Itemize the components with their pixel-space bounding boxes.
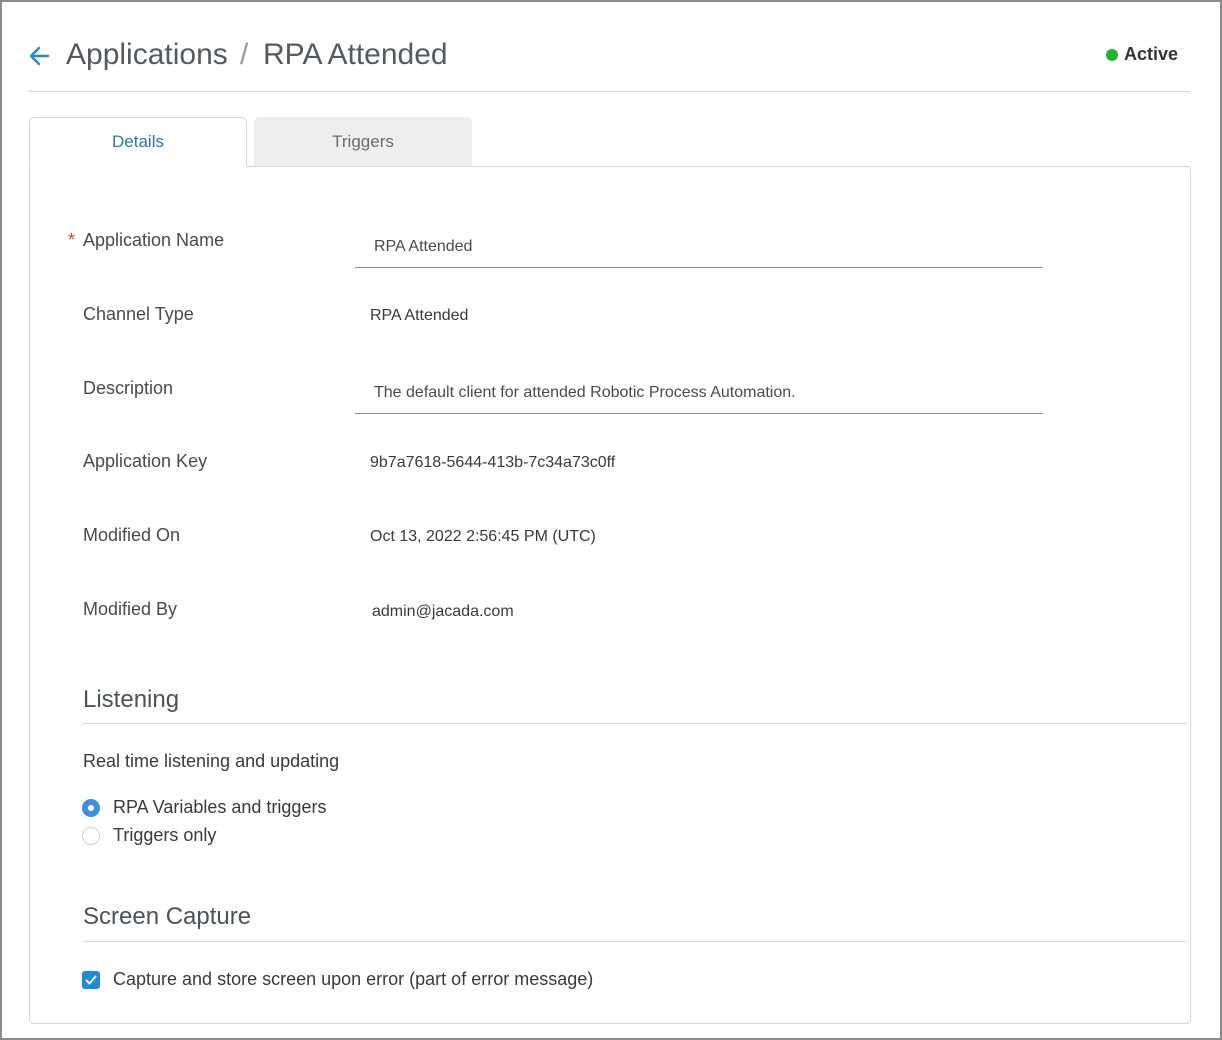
application-key-value: 9b7a7618-5644-413b-7c34a73c0ff (370, 454, 616, 471)
listening-description: Real time listening and updating (83, 751, 340, 771)
application-name-label: Application Name (83, 230, 225, 250)
radio-rpa-variables-and-triggers[interactable]: RPA Variables and triggers (82, 797, 326, 818)
status-label: Active (1123, 44, 1178, 64)
channel-type-value: RPA Attended (370, 307, 469, 324)
application-key-label: Application Key (83, 451, 208, 471)
breadcrumb-applications[interactable]: Applications (66, 38, 228, 72)
listening-section-title: Listening (83, 686, 180, 713)
breadcrumb-separator: / (240, 38, 249, 71)
screen-capture-section-title: Screen Capture (83, 903, 252, 930)
app-window: Applications / RPA Attended Active Detai… (0, 0, 1222, 1040)
description-input[interactable] (355, 372, 1043, 414)
tab-details[interactable]: Details (29, 117, 247, 167)
radio-label: Triggers only (113, 825, 217, 845)
back-arrow-icon[interactable] (28, 42, 52, 70)
page-title: RPA Attended (263, 38, 448, 71)
description-label: Description (83, 378, 174, 398)
modified-on-value: Oct 13, 2022 2:56:45 PM (UTC) (370, 528, 596, 545)
capture-on-error-label: Capture and store screen upon error (par… (113, 969, 594, 989)
tab-triggers[interactable]: Triggers (254, 117, 472, 167)
radio-triggers-only[interactable]: Triggers only (82, 825, 216, 846)
checkbox-checked-icon[interactable] (82, 970, 100, 989)
required-marker: * (68, 230, 76, 250)
modified-by-value: admin@jacada.com (372, 603, 514, 620)
application-name-input[interactable] (355, 226, 1043, 268)
modified-on-label: Modified On (83, 525, 181, 545)
capture-on-error-checkbox-row[interactable]: Capture and store screen upon error (par… (82, 969, 593, 990)
status-dot-icon (1105, 48, 1118, 61)
channel-type-label: Channel Type (83, 304, 194, 324)
radio-label: RPA Variables and triggers (113, 797, 327, 817)
details-panel: * Application Name Channel Type RPA Atte… (29, 166, 1191, 1024)
screen-capture-divider (83, 941, 1187, 942)
radio-unselected-icon[interactable] (82, 826, 100, 845)
listening-divider (83, 723, 1187, 724)
radio-selected-icon[interactable] (82, 798, 100, 817)
modified-by-label: Modified By (83, 599, 178, 619)
status-badge: Active (1105, 44, 1178, 65)
page-header: Applications / RPA Attended Active (28, 26, 1190, 92)
